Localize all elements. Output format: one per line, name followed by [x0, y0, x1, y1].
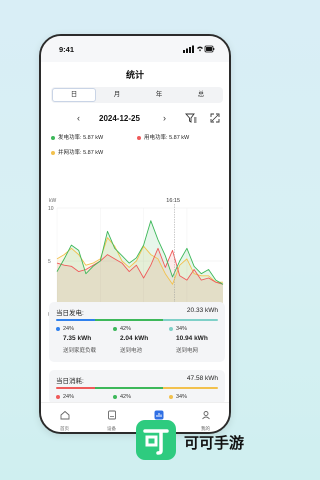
consumption-total: 47.58 kWh	[186, 375, 218, 382]
tab-year[interactable]: 年	[138, 88, 180, 102]
consumption-bar-3	[162, 387, 218, 389]
phone-frame: 9:41 统计 日 月 年 总 ‹ 2024-12-25 › 发电功率: 5.8…	[39, 34, 231, 434]
gen-battery-pct: 42%	[113, 326, 131, 332]
gen-grid-dot	[169, 326, 173, 331]
gen-load-desc: 送到家庭负载	[63, 348, 97, 354]
watermark-text: 可可手游	[184, 435, 245, 452]
y-tick-label-0: 10	[48, 206, 54, 212]
legend-gen: 发电功率: 5.87 kW	[51, 133, 103, 141]
use-pct-3: 34%	[169, 394, 187, 400]
gen-load-kwh: 7.35 kWh	[63, 335, 92, 342]
device-icon	[107, 410, 116, 420]
legend-grid-dot	[51, 150, 55, 155]
generation-bar-load	[56, 319, 95, 321]
consumption-bar-2	[94, 387, 163, 389]
gen-grid-pct: 34%	[169, 326, 187, 332]
use-dot-2	[113, 394, 117, 399]
tab-month[interactable]: 月	[96, 88, 138, 102]
legend-use-dot	[137, 135, 141, 140]
gen-grid-kwh: 10.94 kWh	[176, 335, 208, 342]
use-pct-2-text: 42%	[120, 394, 132, 400]
use-dot-3	[169, 394, 173, 399]
gen-battery-pct-text: 42%	[120, 326, 132, 332]
generation-bar-battery	[94, 319, 163, 321]
gen-battery-desc: 送到电池	[120, 348, 143, 354]
tab-total[interactable]: 总	[180, 88, 222, 102]
use-dot-1	[56, 394, 60, 399]
status-icons	[183, 45, 215, 53]
filter-icon[interactable]	[185, 112, 197, 124]
tab-home-label: 首页	[60, 426, 69, 431]
fullscreen-icon[interactable]	[209, 112, 221, 124]
generation-bar-grid	[162, 319, 218, 321]
use-pct-3-text: 34%	[176, 394, 188, 400]
gen-load-dot	[56, 326, 60, 331]
legend-use-value: 5.87 kW	[169, 135, 190, 141]
gen-load-pct: 24%	[56, 326, 74, 332]
cursor-label: 16:15	[166, 198, 180, 204]
status-bar: 9:41	[41, 36, 229, 62]
consumption-title: 当日消耗:	[56, 378, 84, 385]
watermark-logo-icon	[143, 429, 169, 455]
gen-battery-kwh: 2.04 kWh	[120, 335, 149, 342]
date-selector: ‹ 2024-12-25 ›	[51, 112, 223, 126]
tab-home[interactable]: 首页	[41, 403, 88, 432]
legend-gen-value: 5.87 kW	[83, 135, 104, 141]
legend-grid-label: 并网功率:	[58, 150, 82, 156]
legend-gen-dot	[51, 135, 55, 140]
tab-device[interactable]: 设备	[88, 403, 135, 432]
prev-date-button[interactable]: ‹	[77, 113, 80, 123]
gen-grid-desc: 送到电网	[176, 348, 199, 354]
legend-use: 用电功率: 5.87 kW	[137, 133, 189, 141]
period-tabs: 日 月 年 总	[51, 87, 223, 103]
consumption-bar-1	[56, 387, 95, 389]
next-date-button[interactable]: ›	[163, 113, 166, 123]
generation-bar	[56, 319, 218, 321]
use-pct-2: 42%	[113, 394, 131, 400]
generation-card: 当日发电: 20.33 kWh 24% 42% 34% 7.35 kWh 2.0…	[49, 302, 225, 362]
watermark-logo	[136, 420, 176, 460]
gen-load-pct-text: 24%	[63, 326, 75, 332]
home-icon	[60, 410, 69, 420]
tab-device-label: 设备	[107, 426, 116, 431]
use-pct-1-text: 24%	[63, 394, 75, 400]
generation-title: 当日发电:	[56, 310, 84, 317]
consumption-card: 当日消耗: 47.58 kWh 24% 42% 34%	[49, 370, 225, 404]
legend-use-label: 用电功率:	[144, 135, 168, 141]
consumption-bar	[56, 387, 218, 389]
legend-gen-label: 发电功率:	[58, 135, 82, 141]
chart-unit-label: kW	[49, 198, 57, 204]
date-label[interactable]: 2024-12-25	[99, 114, 140, 123]
use-pct-1: 24%	[56, 394, 74, 400]
watermark: 可可手游	[136, 418, 266, 462]
y-tick-label-1: 5	[48, 259, 51, 265]
legend-grid-value: 5.87 kW	[83, 150, 104, 156]
gen-battery-dot	[113, 326, 117, 331]
legend-grid: 并网功率: 5.87 kW	[51, 148, 103, 156]
tab-day[interactable]: 日	[52, 88, 96, 102]
status-time: 9:41	[59, 45, 75, 54]
generation-total: 20.33 kWh	[186, 307, 218, 314]
gen-grid-pct-text: 34%	[176, 326, 188, 332]
series-area-0	[57, 220, 223, 314]
page-title: 统计	[125, 70, 144, 80]
